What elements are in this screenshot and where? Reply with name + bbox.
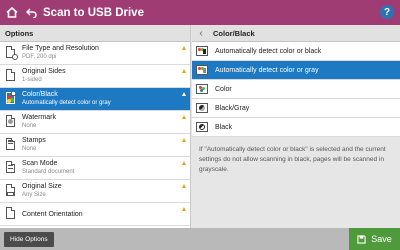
option-watermark[interactable]: Watermark None xyxy=(0,111,190,134)
hide-options-button[interactable]: Hide Options xyxy=(4,232,54,247)
color-black-icon xyxy=(5,92,16,106)
choice-black-gray[interactable]: Black/Gray xyxy=(192,99,400,118)
save-icon xyxy=(357,234,366,244)
color-black-panel: ‹ Color/Black Automatically detect color… xyxy=(192,25,400,228)
choice-label: Black xyxy=(215,123,233,131)
scan-mode-icon xyxy=(5,161,16,175)
back-button[interactable] xyxy=(24,0,38,25)
option-value: None xyxy=(22,123,37,129)
option-file-type-resolution[interactable]: File Type and Resolution PDF, 200 dpi xyxy=(0,42,190,65)
home-icon xyxy=(6,7,18,18)
options-heading: Options xyxy=(0,25,190,42)
color-icon xyxy=(196,84,208,94)
watermark-icon xyxy=(5,115,16,129)
file-type-icon xyxy=(5,46,18,60)
option-value: PDF, 200 dpi xyxy=(22,54,57,60)
warning-icon xyxy=(182,92,186,96)
save-label: Save xyxy=(371,234,392,244)
option-color-black[interactable]: Color/Black Automatically detect color o… xyxy=(0,88,190,111)
info-note: If "Automatically detect color or black"… xyxy=(199,146,386,173)
option-name: Scan Mode xyxy=(22,160,58,167)
option-name: Color/Black xyxy=(22,91,58,98)
choice-label: Black/Gray xyxy=(215,104,250,112)
black-icon xyxy=(196,122,208,132)
original-size-icon xyxy=(5,184,16,198)
option-name: Original Sides xyxy=(22,68,66,75)
back-arrow-icon xyxy=(25,7,37,18)
choice-black[interactable]: Black xyxy=(192,118,400,137)
option-original-sides[interactable]: Original Sides 1-sided xyxy=(0,65,190,88)
warning-icon xyxy=(182,138,186,142)
choice-color[interactable]: Color xyxy=(192,80,400,99)
option-name: File Type and Resolution xyxy=(22,45,99,52)
auto-color-black-icon xyxy=(196,46,208,56)
option-original-size[interactable]: Original Size Any Size xyxy=(0,180,190,203)
option-value: Standard document xyxy=(22,169,75,175)
black-gray-icon xyxy=(196,103,208,113)
option-stamps[interactable]: Stamps None xyxy=(0,134,190,157)
option-name: Content Orientation xyxy=(22,210,83,218)
option-value: 1-sided xyxy=(22,77,42,83)
choice-label: Automatically detect color or gray xyxy=(215,66,319,74)
help-button[interactable]: ? xyxy=(380,5,394,19)
choice-auto-color-black[interactable]: Automatically detect color or black xyxy=(192,42,400,61)
chevron-left-icon[interactable]: ‹ xyxy=(192,28,210,39)
option-value: Any Size xyxy=(22,192,46,198)
save-button[interactable]: Save xyxy=(349,228,400,250)
warning-icon xyxy=(182,207,186,211)
choice-label: Color xyxy=(215,85,232,93)
option-name: Original Size xyxy=(22,183,62,190)
auto-color-gray-icon xyxy=(196,65,208,75)
option-value: Automatically detect color or gray xyxy=(22,100,111,106)
option-name: Stamps xyxy=(22,137,46,144)
stamps-icon xyxy=(5,138,16,152)
choice-label: Automatically detect color or black xyxy=(215,47,322,55)
option-name: Watermark xyxy=(22,114,56,121)
warning-icon xyxy=(182,161,186,165)
option-value: None xyxy=(22,146,37,152)
original-sides-icon xyxy=(5,69,16,83)
detail-heading: Color/Black xyxy=(213,28,255,38)
warning-icon xyxy=(182,46,186,50)
options-panel: Options File Type and Resolution PDF, 20… xyxy=(0,25,191,228)
option-scan-mode[interactable]: Scan Mode Standard document xyxy=(0,157,190,180)
warning-icon xyxy=(182,115,186,119)
page-title: Scan to USB Drive xyxy=(43,6,144,19)
home-button[interactable] xyxy=(0,0,24,25)
footer-bar: Hide Options Save xyxy=(0,228,400,250)
warning-icon xyxy=(182,69,186,73)
warning-icon xyxy=(182,184,186,188)
detail-header: ‹ Color/Black xyxy=(192,25,400,42)
choice-auto-color-gray[interactable]: Automatically detect color or gray xyxy=(192,61,400,80)
option-content-orientation[interactable]: Content Orientation xyxy=(0,203,190,226)
title-bar: Scan to USB Drive ? xyxy=(0,0,400,25)
content-orientation-icon xyxy=(5,207,16,221)
